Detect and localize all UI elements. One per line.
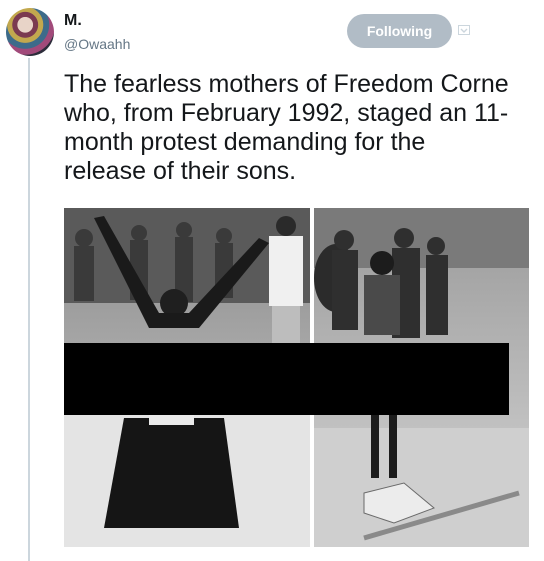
display-name[interactable]: M. [64,12,82,30]
following-button[interactable]: Following [347,14,452,48]
tweet-text: The fearless mothers of Freedom Corne wh… [64,70,544,186]
avatar[interactable] [6,8,54,56]
chevron-down-icon[interactable] [458,25,470,35]
tweet-text-line: The fearless mothers of Freedom Corne [64,70,509,98]
tweet-text-line: release of their sons. [64,157,297,185]
thread-line [28,58,30,561]
redaction-bar [64,343,509,415]
tweet-text-line: month protest demanding for the [64,128,426,156]
user-handle[interactable]: @Owaahh [64,36,130,52]
tweet-text-line: who, from February 1992, staged an 11- [64,99,509,127]
